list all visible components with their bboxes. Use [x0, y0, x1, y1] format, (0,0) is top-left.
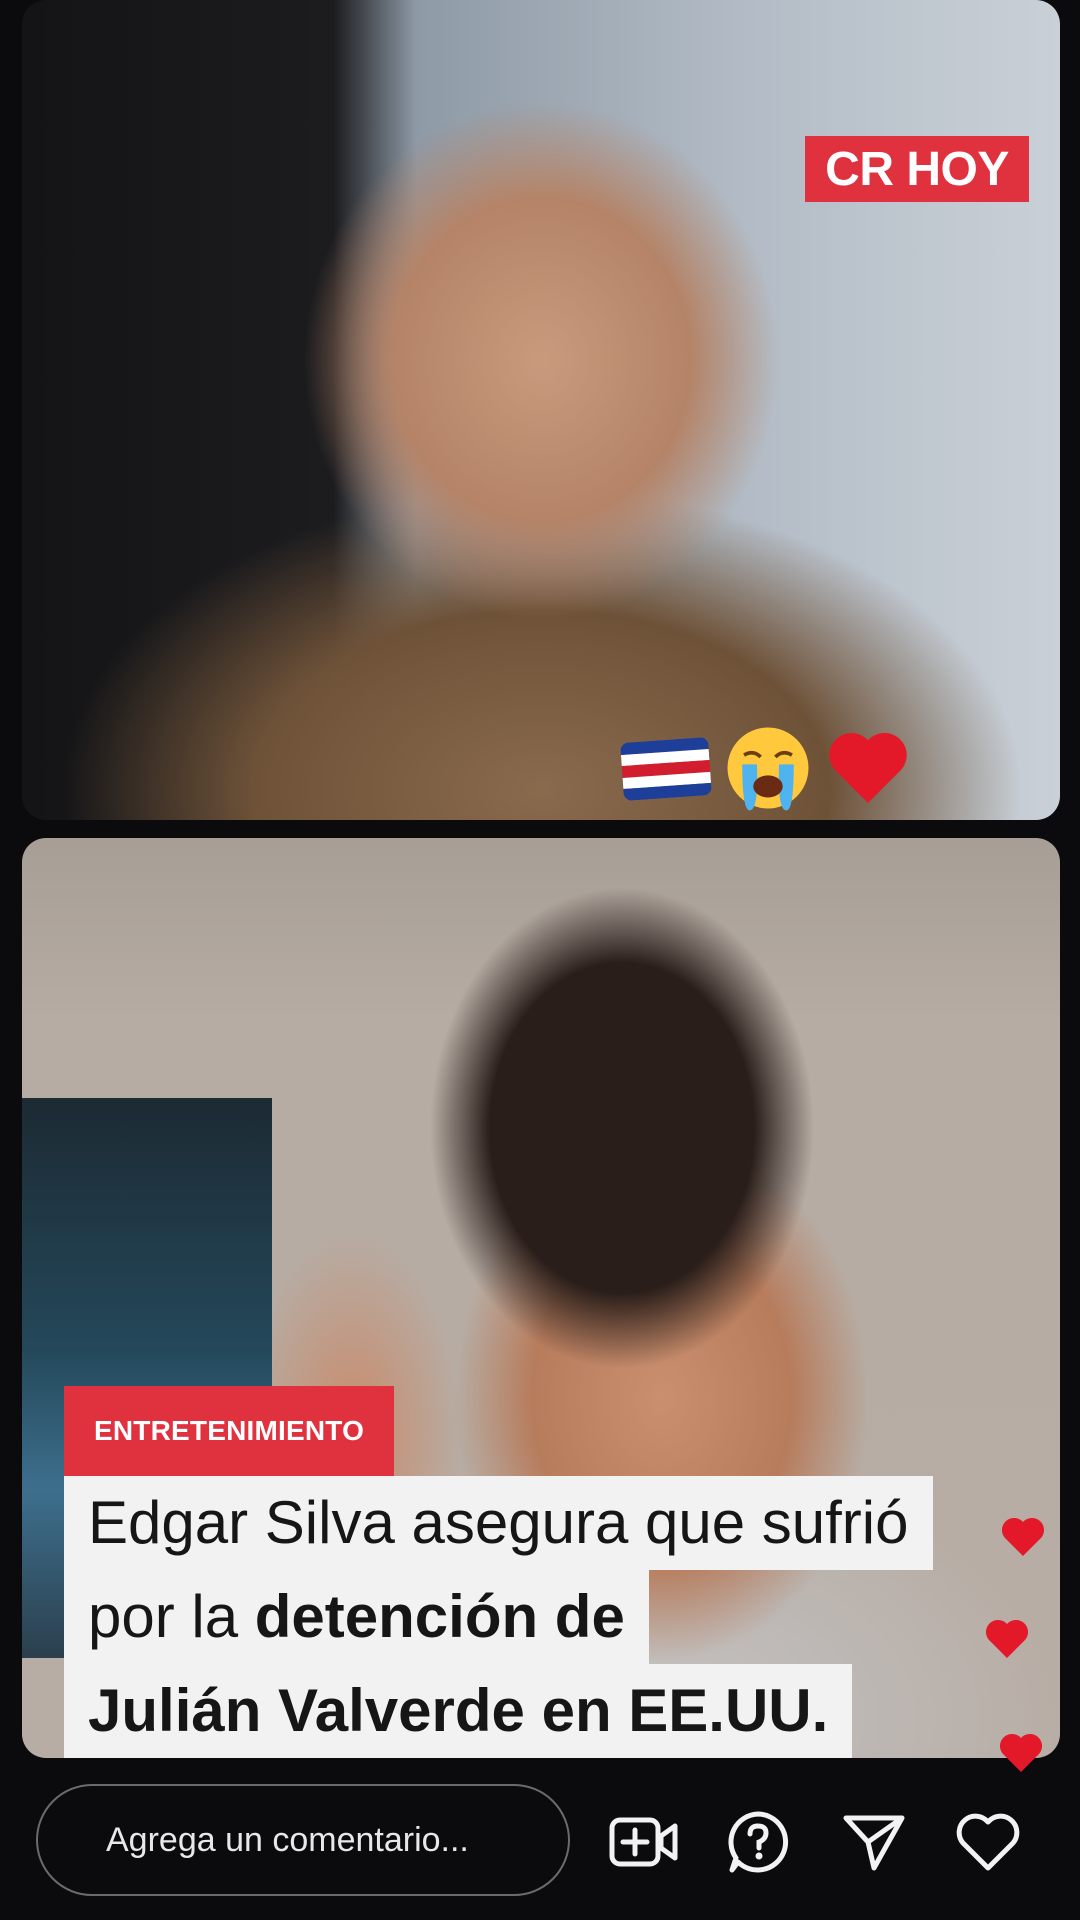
category-label: ENTRETENIMIENTO [64, 1386, 395, 1476]
red-heart-icon [829, 732, 907, 803]
share-button[interactable] [838, 1808, 910, 1876]
flag-costa-rica-icon [620, 737, 712, 801]
question-icon [728, 1811, 789, 1873]
video-feed-host: CR HOY [22, 0, 1060, 820]
heart-icon [956, 1813, 1020, 1871]
comment-input[interactable] [36, 1784, 570, 1896]
headline-line: Edgar Silva asegura que sufrió [64, 1476, 933, 1570]
like-button[interactable] [952, 1808, 1024, 1876]
headline-text: por la [88, 1583, 255, 1650]
add-video-icon [609, 1817, 678, 1867]
headline-emphasis: detención de [254, 1583, 625, 1650]
ask-question-button[interactable] [722, 1808, 794, 1876]
send-icon [843, 1815, 905, 1871]
floating-heart-icon [985, 1619, 1029, 1658]
brand-logo: CR HOY [805, 136, 1029, 202]
headline-line: por la detención de [64, 1570, 649, 1664]
headline-line: Julián Valverde en EE.UU. [64, 1664, 853, 1758]
floating-heart-icon [1001, 1517, 1045, 1556]
crying-face-icon [727, 727, 809, 811]
add-video-button[interactable] [608, 1808, 680, 1876]
floating-heart-icon [999, 1733, 1043, 1772]
